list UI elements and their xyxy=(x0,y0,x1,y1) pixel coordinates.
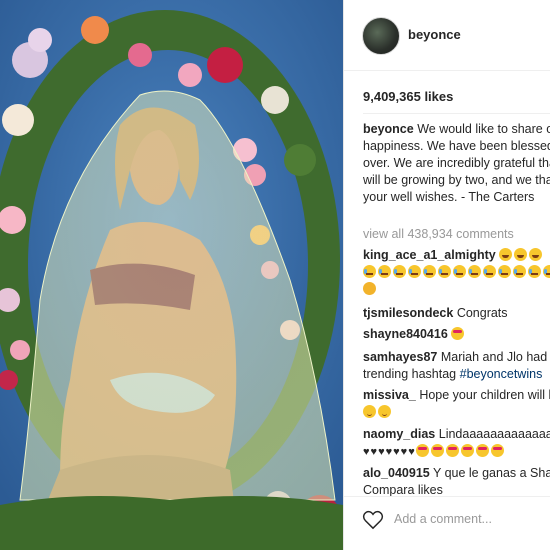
black-heart-icon: ♥ xyxy=(370,446,378,458)
heart-eyes-emoji-icon xyxy=(430,444,444,457)
comments-panel: beyonce 9,409,365 likes beyonce We would… xyxy=(344,0,550,550)
crying-emoji-icon xyxy=(513,265,526,278)
crying-emoji-icon xyxy=(483,265,496,278)
crying-emoji-icon xyxy=(423,265,436,278)
heart-eyes-emoji-icon xyxy=(475,444,489,457)
profile-avatar[interactable] xyxy=(362,17,400,55)
comment-item: missiva_ Hope your children will look li… xyxy=(363,387,550,421)
comment-composer: Add a comment... xyxy=(344,496,550,550)
heart-eyes-emoji-icon xyxy=(445,444,459,457)
crying-emoji-icon xyxy=(378,265,391,278)
comment-username[interactable]: king_ace_a1_almighty xyxy=(363,248,496,262)
black-heart-icon: ♥ xyxy=(400,446,408,458)
caption-username[interactable]: beyonce xyxy=(363,122,414,136)
hashtag-link[interactable]: #beyoncetwins xyxy=(460,367,543,381)
post-photo[interactable] xyxy=(0,0,343,550)
comment-item: shayne840416 xyxy=(363,326,550,343)
photo-canvas xyxy=(0,0,343,550)
black-heart-icon: ♥ xyxy=(385,446,393,458)
post-header: beyonce xyxy=(344,0,550,71)
crying-emoji-icon xyxy=(468,265,481,278)
black-heart-icon: ♥ xyxy=(363,446,370,458)
comment-username[interactable]: missiva_ xyxy=(363,388,416,402)
smiling-emoji-icon xyxy=(363,405,376,418)
crying-emoji-icon xyxy=(438,265,451,278)
black-heart-icon: ♥ xyxy=(378,446,385,458)
heart-eyes-emoji-icon xyxy=(451,327,465,340)
crying-emoji-icon xyxy=(393,265,406,278)
crying-emoji-icon xyxy=(453,265,466,278)
comment-username[interactable]: shayne840416 xyxy=(363,327,448,341)
post-caption: beyonce We would like to share our love … xyxy=(363,121,550,206)
black-heart-icon: ♥ xyxy=(393,446,400,458)
sweat-emoji-icon xyxy=(363,282,376,295)
comment-text: Hope your children will look like Jay xyxy=(419,388,550,402)
black-heart-icon: ♥ xyxy=(408,446,415,458)
laughing-emoji-icon xyxy=(529,248,543,261)
crying-emoji-icon xyxy=(408,265,421,278)
post-author-username[interactable]: beyonce xyxy=(408,27,461,42)
crying-emoji-icon xyxy=(498,265,511,278)
heart-eyes-emoji-icon xyxy=(415,444,429,457)
comment-item: alo_040915 Y que le ganas a Shakira Comp… xyxy=(363,465,550,499)
crying-emoji-icon xyxy=(363,265,376,278)
comment-text: Lindaaaaaaaaaaaaaaa xyxy=(438,427,550,441)
crying-emoji-icon xyxy=(528,265,541,278)
comment-item: naomy_dias Lindaaaaaaaaaaaaaaa ♥♥♥♥♥♥♥ xyxy=(363,426,550,461)
laughing-emoji-icon xyxy=(499,248,513,261)
comment-username[interactable]: samhayes87 xyxy=(363,350,437,364)
comment-username[interactable]: tjsmilesondeck xyxy=(363,306,453,320)
heart-eyes-emoji-icon xyxy=(460,444,474,457)
comment-item: samhayes87 Mariah and Jlo had twins firs… xyxy=(363,349,550,383)
heart-outline-icon[interactable] xyxy=(362,510,384,530)
laughing-emoji-icon xyxy=(514,248,528,261)
heart-eyes-emoji-icon xyxy=(490,444,504,457)
add-comment-input[interactable]: Add a comment... xyxy=(394,512,492,526)
comment-item: king_ace_a1_almighty xyxy=(363,247,550,298)
comment-username[interactable]: naomy_dias xyxy=(363,427,435,441)
crying-emoji-icon xyxy=(543,265,550,278)
likes-count[interactable]: 9,409,365 likes xyxy=(363,89,453,104)
smiling-emoji-icon xyxy=(378,405,391,418)
comment-text: Congrats xyxy=(456,306,508,320)
ground-foliage xyxy=(0,496,343,550)
comment-item: tjsmilesondeck Congrats xyxy=(363,305,550,322)
view-all-comments-link[interactable]: view all 438,934 comments xyxy=(363,227,514,241)
likes-divider xyxy=(363,113,550,114)
comment-username[interactable]: alo_040915 xyxy=(363,466,430,480)
